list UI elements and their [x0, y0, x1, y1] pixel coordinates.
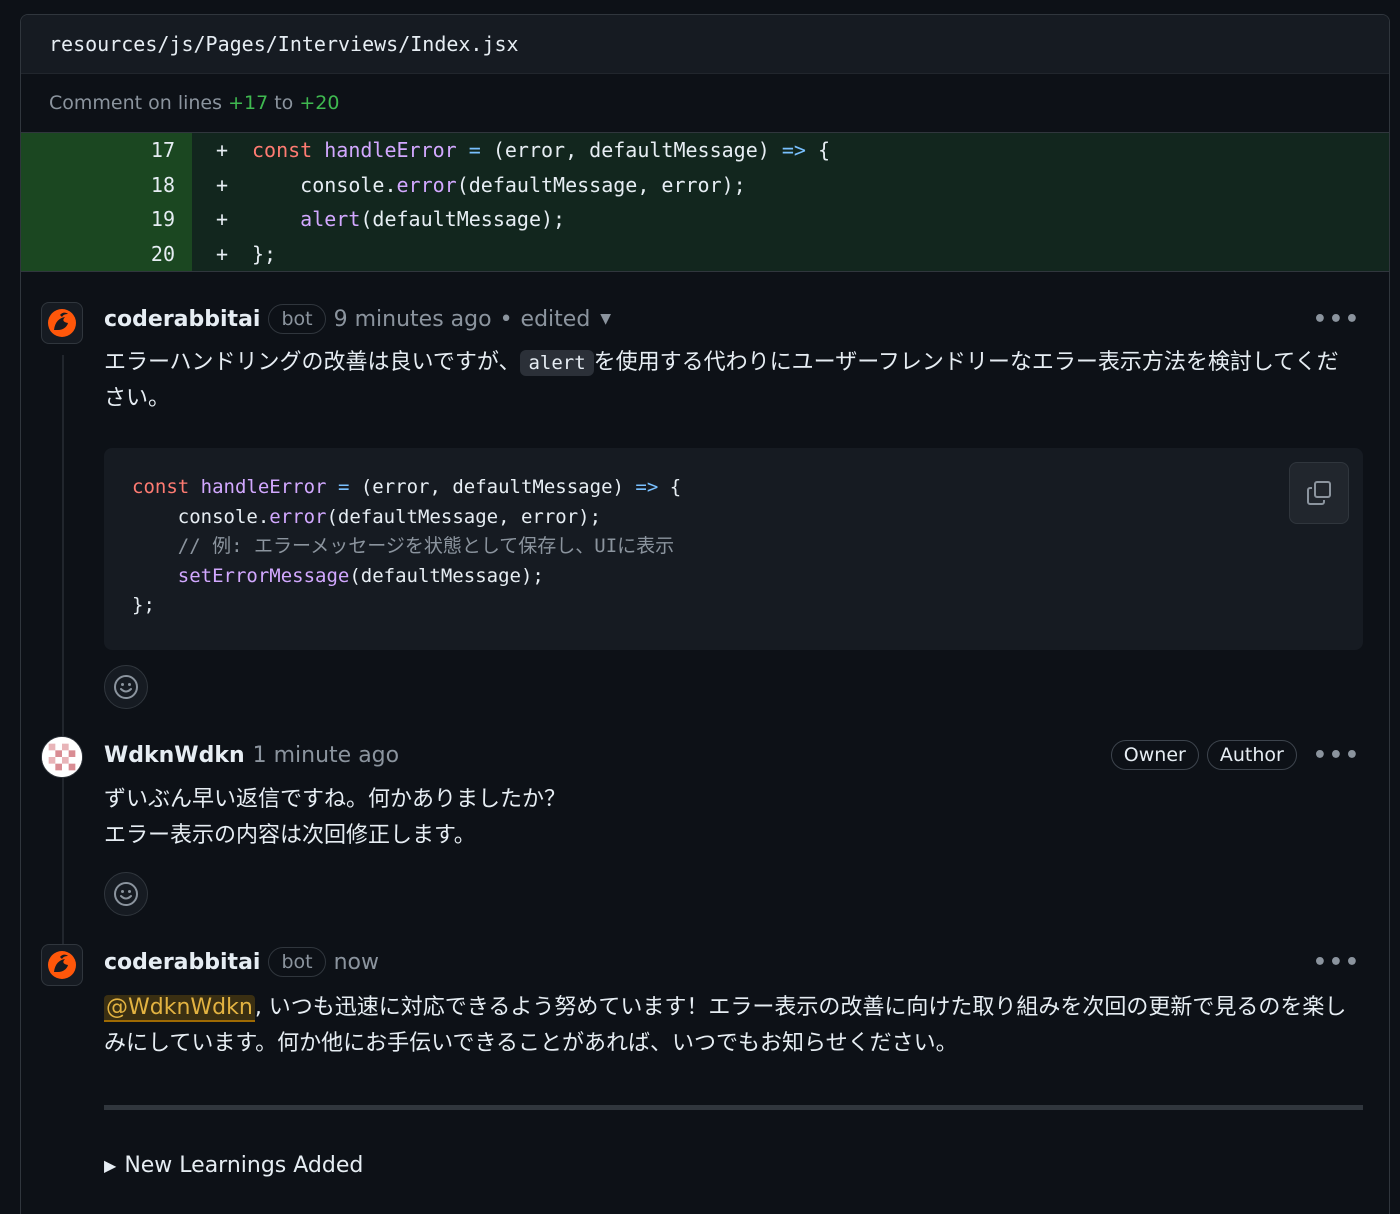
diff-code: console.error(defaultMessage, error); [252, 172, 746, 197]
inline-code: alert [520, 350, 594, 376]
comment-text: , いつも迅速に対応できるよう努めています！エラー表示の改善に向けた取り組みを次… [104, 995, 1347, 1056]
comment-body: ずいぶん早い返信ですね。何かありましたか？ エラー表示の内容は次回修正します。 [104, 782, 1349, 854]
kebab-horizontal-icon[interactable]: ••• [1313, 743, 1361, 768]
bot-badge: bot [268, 304, 326, 334]
line-number[interactable]: 17 [21, 133, 192, 168]
comment-timestamp[interactable]: now [334, 950, 379, 975]
review-thread-panel: resources/js/Pages/Interviews/Index.jsx … [20, 14, 1390, 1214]
kebab-horizontal-icon[interactable]: ••• [1313, 950, 1361, 975]
bot-badge: bot [268, 947, 326, 977]
author-badge: Author [1206, 740, 1297, 770]
line-number[interactable]: 19 [21, 202, 192, 237]
comment-timestamp[interactable]: 1 minute ago [253, 743, 399, 768]
comment-text-pre: エラーハンドリングの改善は良いですが、 [104, 350, 521, 375]
rabbit-logo-icon [48, 951, 76, 979]
user-mention[interactable]: @WdknWdkn [104, 995, 255, 1022]
comment-header: WdknWdkn 1 minute ago Owner Author ••• [104, 735, 1361, 775]
smiley-icon [114, 675, 138, 699]
diff-line: 18 + console.error(defaultMessage, error… [21, 167, 1389, 202]
diff-line: 19 + alert(defaultMessage); [21, 202, 1389, 237]
comment-range-prefix: Comment on lines [49, 92, 223, 114]
avatar-coderabbitai[interactable] [41, 302, 83, 344]
comment-author[interactable]: coderabbitai [104, 307, 260, 332]
smiley-icon [114, 882, 138, 906]
diff-code: }; [252, 241, 277, 266]
comment-author[interactable]: coderabbitai [104, 950, 260, 975]
add-reaction-button[interactable] [104, 665, 148, 709]
copy-icon [1307, 481, 1331, 505]
edited-dropdown[interactable]: edited ▼ [521, 307, 612, 332]
kebab-horizontal-icon[interactable]: ••• [1313, 307, 1361, 332]
comment-range-from: +17 [228, 92, 269, 114]
owner-badge: Owner [1110, 740, 1199, 770]
avatar-wdknwdkn[interactable] [41, 736, 83, 778]
diff-hunk: 17 + const handleError = (error, default… [21, 133, 1389, 272]
diff-sign: + [215, 207, 229, 232]
file-path-header: resources/js/Pages/Interviews/Index.jsx [21, 15, 1389, 74]
comment-body: エラーハンドリングの改善は良いですが、 alert を使用する代わりにユーザーフレン… [104, 345, 1349, 417]
identicon-icon [42, 737, 82, 777]
details-summary: New Learnings Added [124, 1153, 364, 1178]
thread-connector [62, 355, 64, 955]
triangle-down-icon: ▼ [600, 311, 612, 327]
copy-button[interactable] [1289, 462, 1349, 524]
edited-label: edited [520, 306, 591, 332]
code-comment: // 例: エラーメッセージを状態として保存し、UIに表示 [177, 535, 675, 557]
comment-line: ずいぶん早い返信ですね。何かありましたか？ [104, 787, 567, 812]
section-divider [104, 1105, 1363, 1110]
diff-line: 20 + }; [21, 236, 1389, 271]
comment-timestamp[interactable]: 9 minutes ago [334, 307, 492, 332]
add-reaction-button[interactable] [104, 872, 148, 916]
comment-range-to: +20 [299, 92, 340, 114]
comment-author[interactable]: WdknWdkn [104, 743, 245, 768]
separator-dot: • [499, 306, 513, 332]
file-path[interactable]: resources/js/Pages/Interviews/Index.jsx [49, 32, 519, 56]
comment-body: @WdknWdkn, いつも迅速に対応できるよう努めています！エラー表示の改善に… [104, 990, 1349, 1062]
avatar-coderabbitai[interactable] [41, 944, 83, 986]
comment-line: エラー表示の内容は次回修正します。 [104, 823, 476, 848]
new-learnings-details[interactable]: ▶ New Learnings Added [104, 1153, 363, 1178]
diff-line: 17 + const handleError = (error, default… [21, 133, 1389, 168]
diff-code: const handleError = (error, defaultMessa… [252, 138, 831, 163]
comment-range: Comment on lines +17 to +20 [21, 74, 1389, 133]
triangle-right-icon: ▶ [104, 1156, 117, 1175]
line-number[interactable]: 20 [21, 236, 192, 271]
diff-sign: + [215, 138, 229, 163]
comment-range-mid: to [274, 92, 294, 114]
diff-code: alert(defaultMessage); [300, 207, 566, 232]
rabbit-logo-icon [48, 309, 76, 337]
line-number[interactable]: 18 [21, 167, 192, 202]
suggested-code-block: const handleError = (error, defaultMessa… [104, 448, 1363, 650]
comment-header: coderabbitai bot now ••• [104, 942, 1361, 982]
diff-sign: + [215, 172, 229, 197]
diff-sign: + [215, 241, 229, 266]
comment-header: coderabbitai bot 9 minutes ago • edited … [104, 299, 1361, 339]
